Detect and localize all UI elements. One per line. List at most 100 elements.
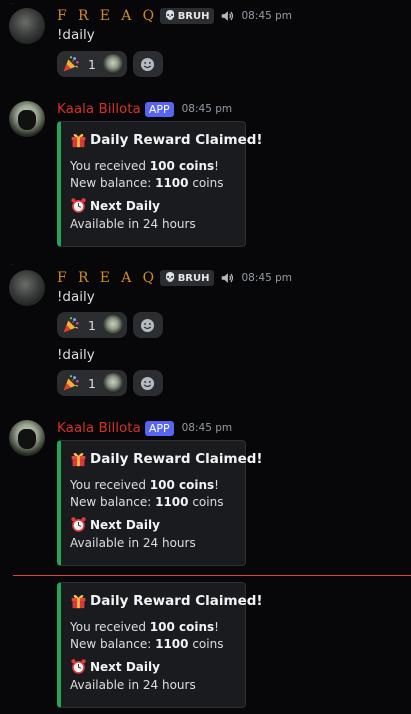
message-content-continuation: !daily [57, 347, 95, 363]
balance-suffix: coins [188, 495, 224, 509]
smiley-add-icon [140, 57, 155, 72]
timestamp-hint: ˙˙ [9, 264, 14, 270]
reward-embed: Daily Reward Claimed! You received 100 c… [57, 121, 263, 247]
message-time[interactable]: 08:45 pm [242, 10, 293, 22]
received-line: You received 100 coins! [70, 159, 219, 173]
balance-prefix: New balance: [70, 495, 156, 509]
author-name[interactable]: F R E A Q [57, 8, 157, 24]
message-time[interactable]: 08:45 pm [182, 422, 233, 434]
message-header: Kaala Billota APP 08:45 pm [57, 418, 232, 438]
reaction-bar: 1 [57, 370, 163, 396]
received-prefix: You received [70, 620, 150, 634]
timestamp-hint: ˙˙ [9, 3, 14, 9]
balance-prefix: New balance: [70, 637, 156, 651]
reactor-avatar [102, 315, 123, 335]
field-value: Available in 24 hours [70, 678, 196, 692]
received-amount: 100 coins [149, 620, 215, 634]
embed-title-text: Daily Reward Claimed! [90, 592, 263, 609]
reaction-bar: 1 [57, 312, 163, 338]
received-amount: 100 coins [149, 159, 215, 173]
guild-tag-label: BRUH [177, 272, 210, 284]
embed-title-text: Daily Reward Claimed! [90, 450, 263, 467]
field-title-text: Next Daily [90, 517, 160, 532]
message-header: F R E A Q 💀 BRUH 08:45 pm [57, 6, 292, 26]
balance-suffix: coins [188, 637, 224, 651]
received-suffix: ! [214, 159, 219, 173]
smiley-add-icon [140, 318, 155, 333]
embed-title-text: Daily Reward Claimed! [90, 131, 263, 148]
author-name[interactable]: Kaala Billota [57, 101, 141, 117]
embed-title: Daily Reward Claimed! [70, 131, 263, 148]
reaction-count: 1 [88, 317, 96, 333]
field-title: Next Daily [70, 197, 160, 214]
skull-icon: 💀 [164, 11, 176, 21]
balance-line: New balance: 1100 coins [70, 176, 223, 190]
field-title: Next Daily [70, 658, 160, 675]
balance-amount: 1100 [155, 495, 189, 509]
embed-title: Daily Reward Claimed! [70, 592, 263, 609]
add-reaction-button[interactable] [132, 51, 163, 77]
speaker-icon [220, 9, 234, 23]
author-name[interactable]: F R E A Q [57, 270, 157, 286]
field-title-text: Next Daily [90, 659, 160, 674]
reaction-party[interactable]: 1 [57, 370, 127, 396]
alarm-clock-icon [70, 197, 87, 214]
avatar[interactable] [9, 270, 45, 306]
received-prefix: You received [70, 159, 150, 173]
avatar[interactable] [9, 101, 45, 137]
reaction-party[interactable]: 1 [57, 51, 127, 77]
party-popper-icon [62, 316, 80, 334]
field-value: Available in 24 hours [70, 217, 196, 231]
field-value: Available in 24 hours [70, 536, 196, 550]
alarm-clock-icon [70, 658, 87, 675]
party-popper-icon [62, 374, 80, 392]
gift-icon [70, 450, 87, 467]
add-reaction-button[interactable] [132, 312, 163, 338]
received-suffix: ! [214, 478, 219, 492]
message-content: !daily [57, 27, 95, 43]
gift-icon [70, 131, 87, 148]
reaction-party[interactable]: 1 [57, 312, 127, 338]
app-badge: APP [144, 101, 174, 117]
gift-icon [70, 592, 87, 609]
balance-suffix: coins [188, 176, 224, 190]
reactor-avatar [102, 373, 123, 393]
avatar[interactable] [9, 420, 45, 456]
balance-amount: 1100 [155, 637, 189, 651]
app-badge: APP [144, 420, 174, 436]
reward-embed: Daily Reward Claimed! You received 100 c… [57, 440, 263, 566]
received-line: You received 100 coins! [70, 620, 219, 634]
reward-embed: Daily Reward Claimed! You received 100 c… [57, 582, 263, 708]
party-popper-icon [62, 55, 80, 73]
reaction-count: 1 [88, 56, 96, 72]
skull-icon: 💀 [164, 273, 176, 283]
balance-line: New balance: 1100 coins [70, 495, 223, 509]
avatar[interactable] [9, 8, 45, 44]
author-name[interactable]: Kaala Billota [57, 420, 141, 436]
guild-tag[interactable]: 💀 BRUH [160, 8, 214, 24]
balance-line: New balance: 1100 coins [70, 637, 223, 651]
add-reaction-button[interactable] [132, 370, 163, 396]
field-title-text: Next Daily [90, 198, 160, 213]
received-prefix: You received [70, 478, 150, 492]
message-content: !daily [57, 289, 95, 305]
message-time[interactable]: 08:45 pm [182, 103, 233, 115]
field-title: Next Daily [70, 516, 160, 533]
message-time[interactable]: 08:45 pm [242, 272, 293, 284]
message-header: F R E A Q 💀 BRUH 08:45 pm [57, 268, 292, 288]
reaction-bar: 1 [57, 51, 163, 77]
balance-amount: 1100 [155, 176, 189, 190]
guild-tag[interactable]: 💀 BRUH [160, 270, 214, 286]
message-header: Kaala Billota APP 08:45 pm [57, 99, 232, 119]
smiley-add-icon [140, 376, 155, 391]
received-amount: 100 coins [149, 478, 215, 492]
speaker-icon [220, 271, 234, 285]
new-messages-divider [13, 575, 411, 576]
received-line: You received 100 coins! [70, 478, 219, 492]
embed-title: Daily Reward Claimed! [70, 450, 263, 467]
guild-tag-label: BRUH [177, 10, 210, 22]
alarm-clock-icon [70, 516, 87, 533]
balance-prefix: New balance: [70, 176, 156, 190]
reactor-avatar [102, 54, 123, 74]
reaction-count: 1 [88, 375, 96, 391]
